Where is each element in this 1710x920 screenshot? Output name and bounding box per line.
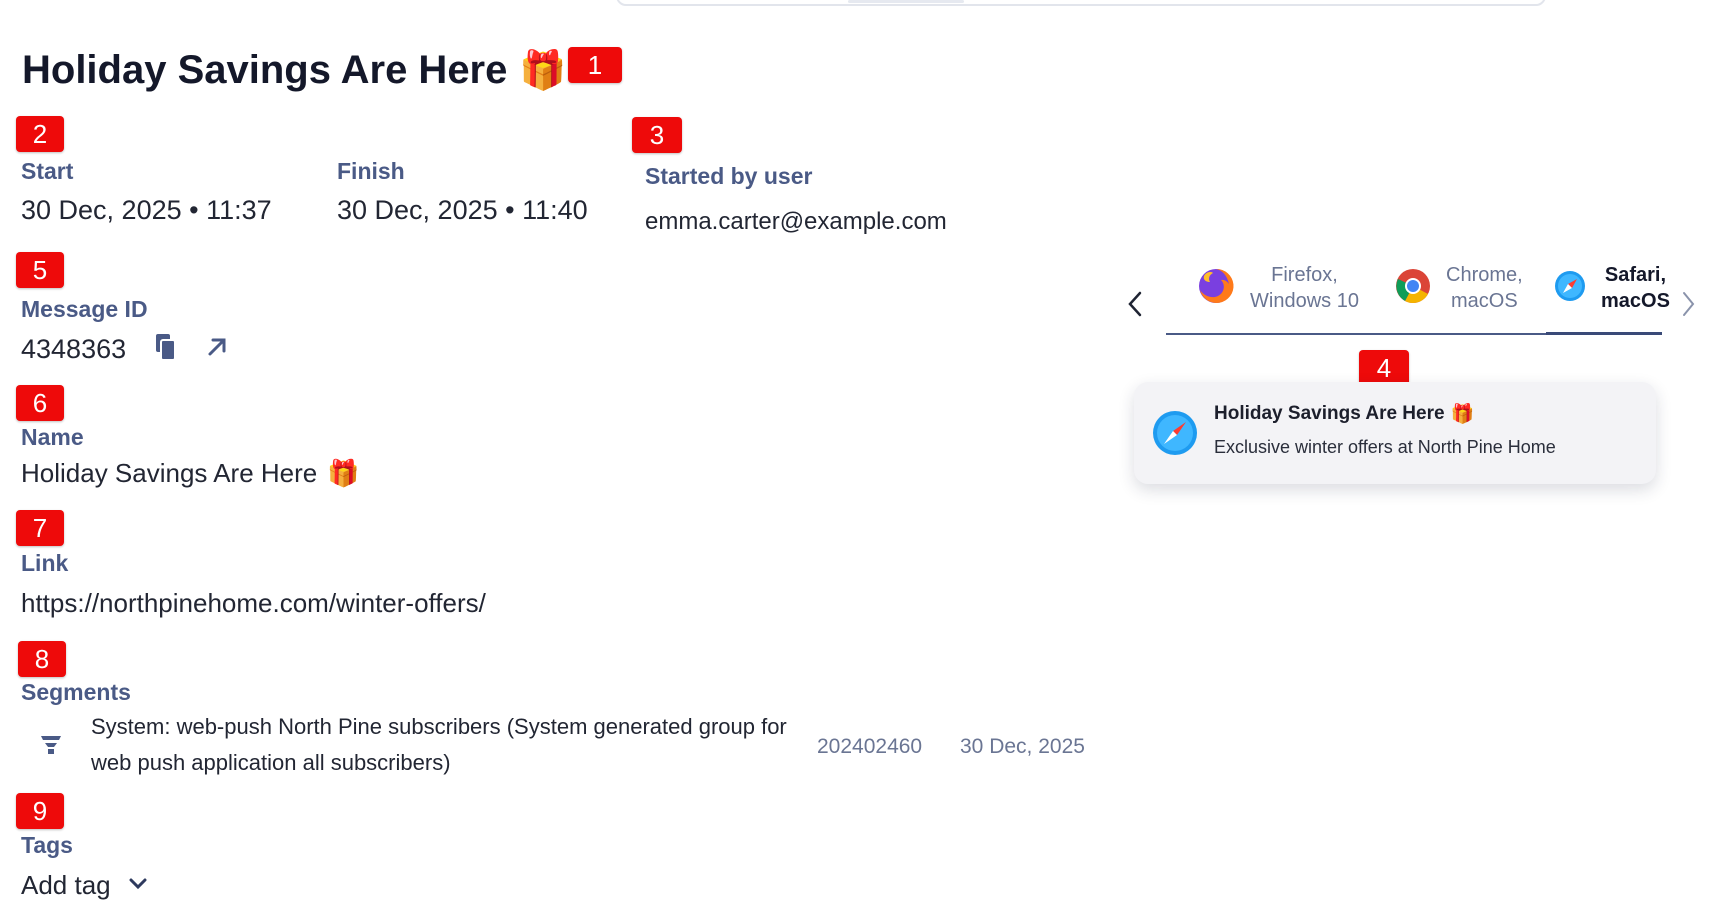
gift-icon: 🎁 [327, 458, 360, 488]
message-id-value: 4348363 [21, 334, 127, 364]
tab-chrome-macos[interactable]: Chrome, macOS [1394, 262, 1523, 314]
add-tag-button[interactable]: Add tag [21, 870, 147, 901]
tags-label: Tags [21, 832, 73, 858]
prev-arrow-icon[interactable] [1122, 289, 1148, 319]
link-label: Link [21, 550, 69, 576]
active-tab-indicator [1546, 332, 1662, 335]
page-title: Holiday Savings Are Here 🎁 [22, 48, 567, 93]
marker-8: 8 [18, 641, 66, 677]
finish-value: 30 Dec, 2025 • 11:40 [337, 195, 588, 225]
marker-9: 9 [16, 793, 64, 829]
marker-6: 6 [16, 385, 64, 421]
firefox-icon [1196, 266, 1236, 311]
chevron-down-icon [129, 877, 147, 895]
notification-body: Exclusive winter offers at North Pine Ho… [1214, 437, 1556, 457]
tab-safari-line1: Safari, [1604, 264, 1667, 286]
notification-preview: Holiday Savings Are Here 🎁 Exclusive win… [1134, 382, 1656, 484]
safari-icon [1152, 410, 1198, 461]
filter-icon [40, 733, 62, 760]
name-value-row: Holiday Savings Are Here 🎁 [21, 458, 360, 489]
finish-label: Finish [337, 158, 405, 184]
gift-icon: 🎁 [1450, 404, 1475, 425]
name-label: Name [21, 424, 84, 450]
started-by-value: emma.carter@example.com [645, 208, 947, 235]
tab-chrome-line1: Chrome, [1446, 264, 1523, 286]
segment-row[interactable]: System: web-push North Pine subscribers … [40, 709, 1100, 785]
tab-safari-label: Safari, macOS [1601, 262, 1670, 314]
start-label: Start [21, 158, 74, 184]
top-search-bar-tab [848, 0, 964, 3]
tab-safari-line2: macOS [1601, 290, 1670, 312]
chrome-icon [1394, 267, 1432, 310]
copy-icon[interactable] [153, 333, 179, 363]
add-tag-label: Add tag [21, 870, 111, 900]
tab-firefox-label: Firefox, Windows 10 [1250, 262, 1359, 314]
marker-1: 1 [568, 47, 622, 83]
marker-5: 5 [16, 252, 64, 288]
tab-chrome-label: Chrome, macOS [1446, 262, 1523, 314]
page-title-text: Holiday Savings Are Here [22, 48, 508, 92]
tab-chrome-line2: macOS [1451, 290, 1518, 312]
tab-firefox-line1: Firefox, [1271, 264, 1338, 286]
start-value: 30 Dec, 2025 • 11:37 [21, 195, 272, 225]
notification-title-text: Holiday Savings Are Here [1214, 403, 1445, 424]
external-link-icon[interactable] [204, 334, 230, 360]
next-arrow-icon[interactable] [1678, 289, 1698, 319]
safari-icon [1553, 269, 1587, 308]
message-id-label: Message ID [21, 296, 148, 322]
tab-firefox-line2: Windows 10 [1250, 290, 1359, 312]
marker-4: 4 [1359, 350, 1409, 386]
top-search-bar[interactable] [616, 0, 1546, 6]
top-toolbar-glyph [490, 0, 560, 2]
gift-icon: 🎁 [519, 49, 567, 92]
segment-id: 202402460 [817, 735, 923, 758]
tab-firefox-windows[interactable]: Firefox, Windows 10 [1196, 262, 1359, 314]
segments-label: Segments [21, 679, 131, 705]
link-value[interactable]: https://northpinehome.com/winter-offers/ [21, 588, 486, 619]
name-value: Holiday Savings Are Here [21, 458, 318, 488]
marker-2: 2 [16, 116, 64, 152]
started-by-label: Started by user [645, 163, 813, 189]
segment-date: 30 Dec, 2025 [960, 735, 1085, 758]
marker-3: 3 [632, 117, 682, 153]
segment-name: System: web-push North Pine subscribers … [91, 714, 787, 775]
marker-7: 7 [16, 510, 64, 546]
tab-safari-macos[interactable]: Safari, macOS [1553, 262, 1670, 314]
notification-title: Holiday Savings Are Here 🎁 [1214, 402, 1474, 426]
